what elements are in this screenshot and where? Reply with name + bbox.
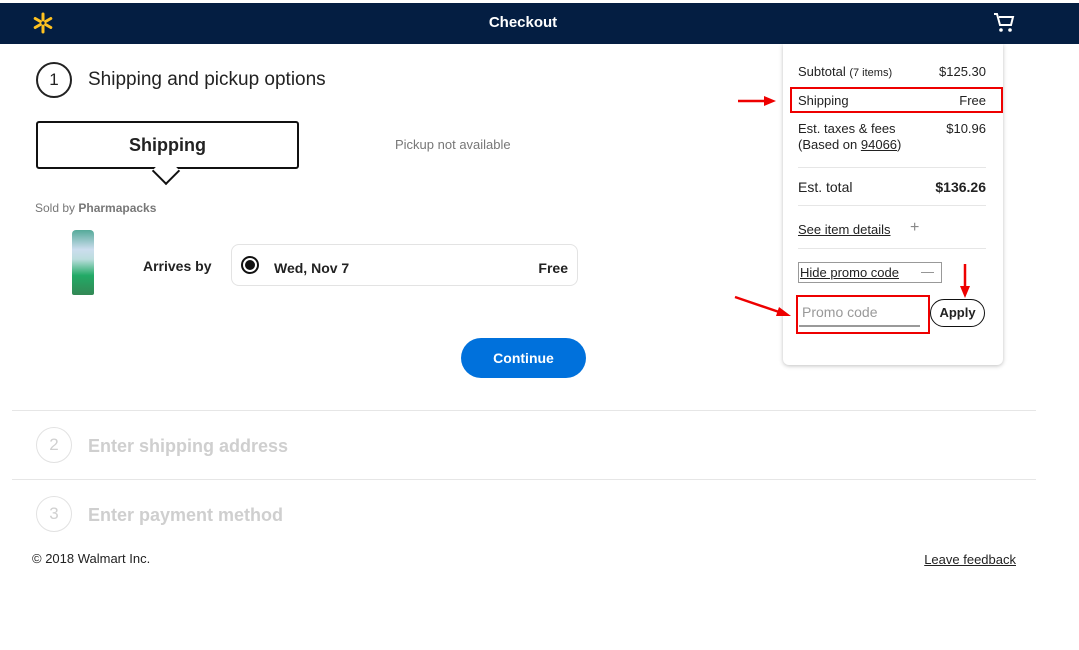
delivery-date: Wed, Nov 7 [274,260,350,276]
arrives-by-label: Arrives by [143,258,212,274]
step-title: Enter shipping address [88,436,289,456]
promo-code-input[interactable]: Promo code [799,302,920,327]
cart-icon[interactable] [993,12,1015,34]
radio-selected-icon[interactable] [241,256,259,274]
paren: ) [897,137,902,152]
plus-icon[interactable]: + [910,219,919,237]
taxes-value: $10.96 [946,121,986,136]
divider [798,248,986,249]
hide-promo-label: Hide promo code [800,265,899,280]
order-summary: Subtotal (7 items) $125.30 Shipping Free… [783,44,1003,365]
sold-by-label: Sold by [35,201,79,215]
hide-promo-button[interactable]: Hide promo code — [798,262,942,283]
copyright: © 2018 Walmart Inc. [32,551,151,566]
subtotal-value: $125.30 [939,64,986,79]
divider [798,167,986,168]
top-header: Checkout [0,3,1079,44]
total-label: Est. total [798,179,853,195]
zip-link[interactable]: 94066 [861,137,897,152]
delivery-price: Free [538,260,568,276]
divider [12,479,1036,480]
divider [798,205,986,206]
step-number: 3 [36,496,72,532]
header-title: Checkout [488,14,558,31]
subtotal-label: Subtotal (7 items) [798,64,892,79]
seller-name: Pharmapacks [78,201,157,215]
divider [12,410,1036,411]
apply-button[interactable]: Apply [930,299,985,327]
leave-feedback-link[interactable]: Leave feedback [924,552,1016,567]
step-number: 2 [36,427,72,463]
delivery-option[interactable]: Wed, Nov 7 Free [231,244,578,286]
based-on-text: (Based on [798,137,861,152]
continue-button[interactable]: Continue [461,338,586,378]
step-title: Shipping and pickup options [88,69,326,90]
step-title: Enter payment method [88,505,284,525]
step-number: 1 [36,62,72,98]
sold-by: Sold by Pharmapacks [35,201,156,215]
taxes-label: Est. taxes & fees (Based on 94066) [798,121,901,153]
product-image [72,230,94,295]
shipping-value: Free [959,93,986,108]
shipping-label: Shipping [798,93,849,108]
item-count: (7 items) [849,67,893,79]
taxes-text: Est. taxes & fees [798,121,896,136]
subtotal-text: Subtotal [798,64,846,79]
minus-icon: — [921,264,934,279]
pickup-unavailable: Pickup not available [395,137,511,152]
total-value: $136.26 [935,179,986,195]
see-item-details-link[interactable]: See item details [798,222,891,237]
